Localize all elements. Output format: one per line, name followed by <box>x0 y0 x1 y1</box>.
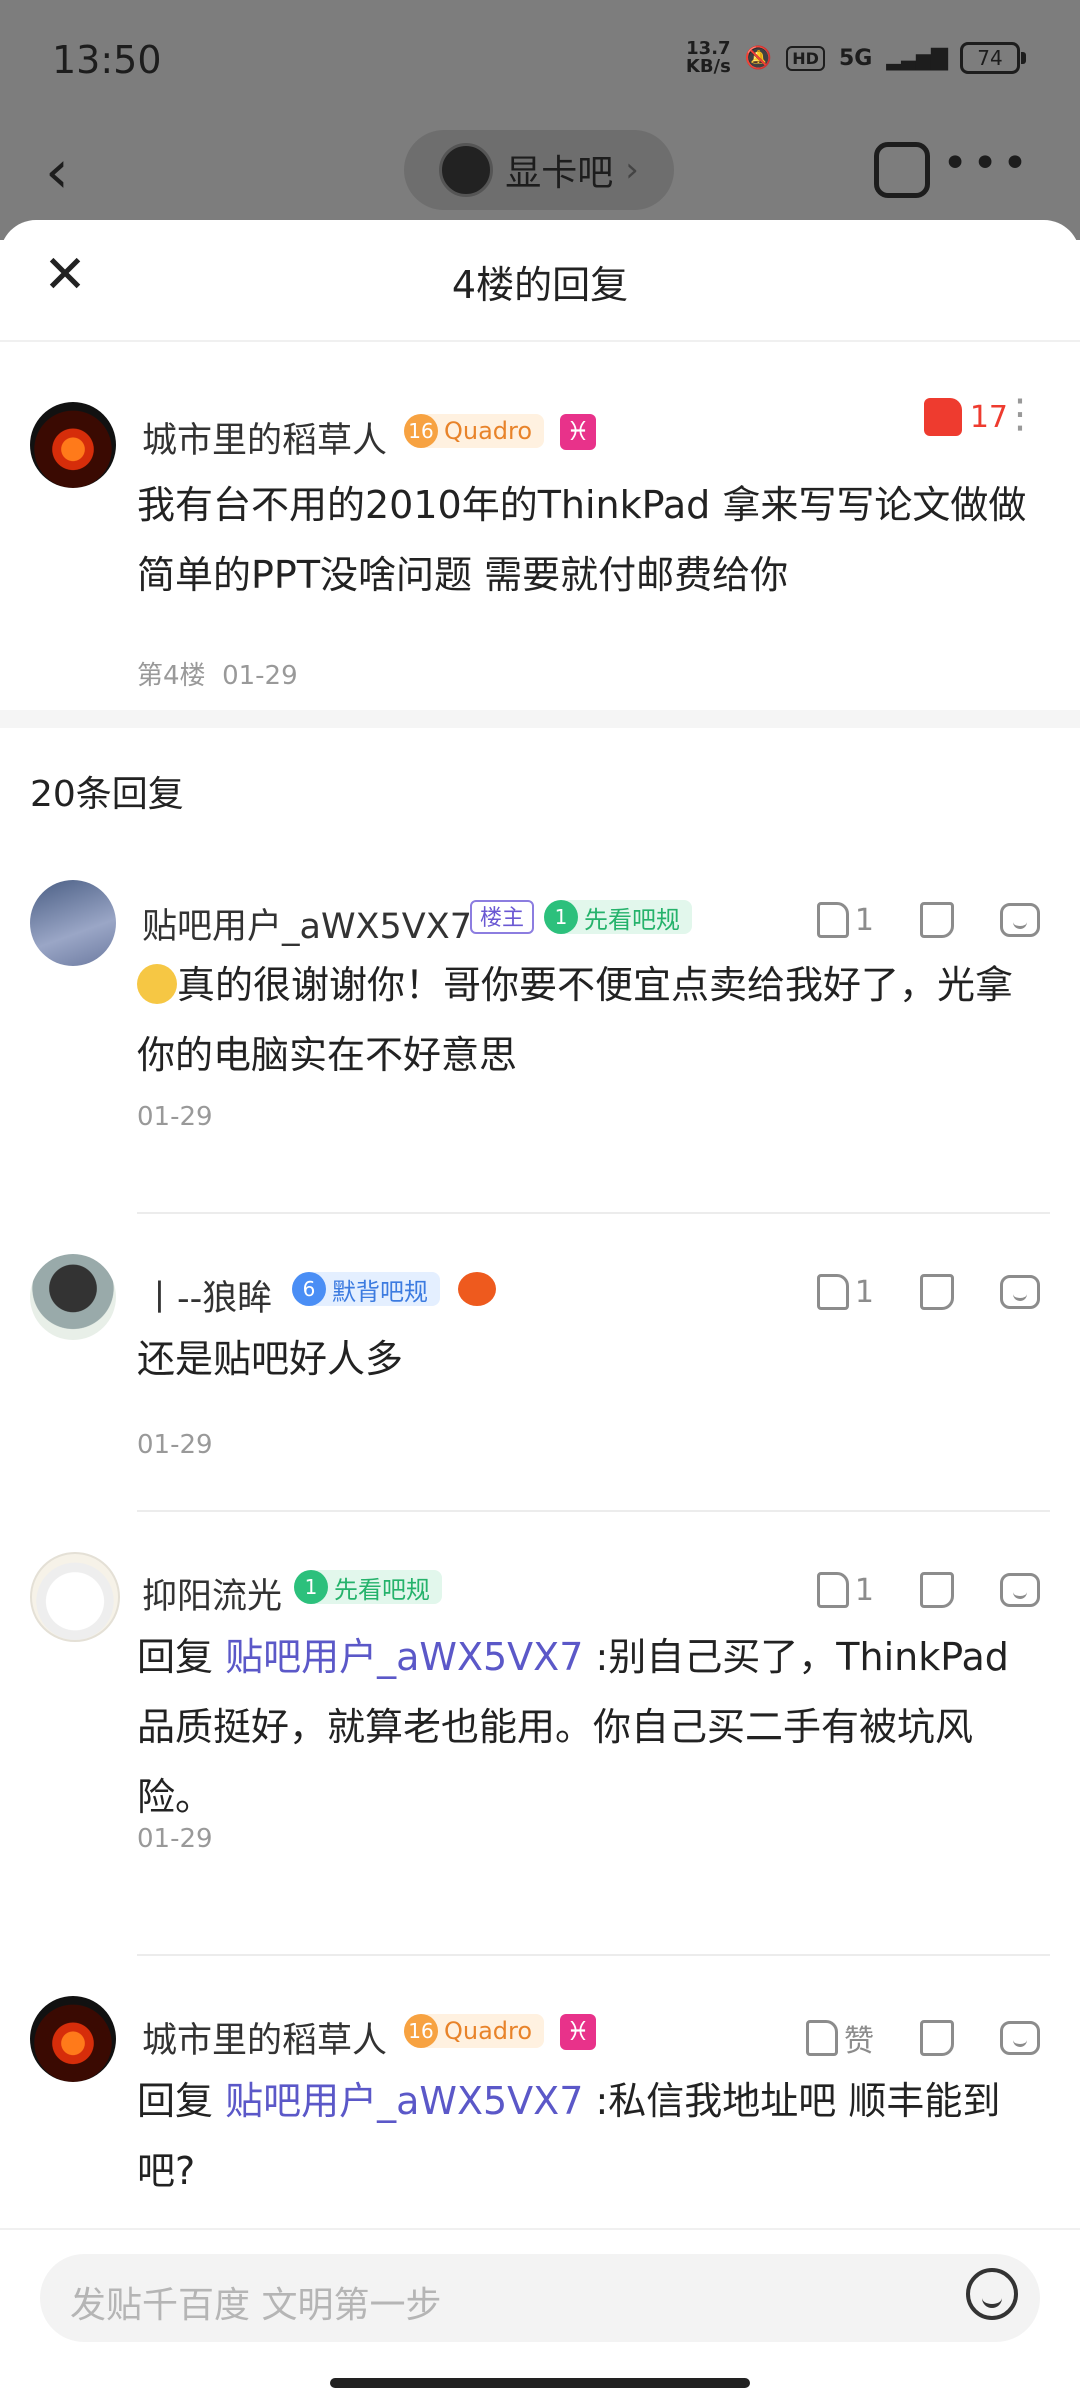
dislike-button[interactable] <box>920 1572 954 1608</box>
comment-button[interactable] <box>1000 1275 1040 1309</box>
divider <box>137 1954 1050 1956</box>
comment-icon <box>1000 903 1040 937</box>
reply-actions: 赞 <box>806 2016 1040 2060</box>
comment-icon <box>1000 1573 1040 1607</box>
reply-content: 回复 贴吧用户_aWX5VX7 :私信我地址吧 顺丰能到吧? <box>137 2079 1001 2193</box>
reply-actions: 1 <box>816 1274 1040 1310</box>
top-nav: ‹ 显卡吧 › ••• <box>0 120 1080 220</box>
post-meta: 第4楼 01-29 <box>137 661 298 691</box>
comment-input[interactable]: 发贴千百度 文明第一步 <box>40 2254 1040 2342</box>
status-icons: 13.7 KB/s 🔕 HD 5G ▂▃▅▇ 74 <box>685 38 1026 77</box>
net-speed: 13.7 KB/s <box>685 38 731 77</box>
dislike-button[interactable] <box>920 2020 954 2056</box>
level-badge: 6 默背吧规 <box>292 1272 440 1306</box>
username[interactable]: 贴吧用户_aWX5VX7 <box>142 898 472 949</box>
main-post: 城市里的稻草人 16 Quadro ♓ 17 ⋮ 我有台不用的2010年的Thin… <box>0 342 1080 728</box>
network-type: 5G <box>838 45 873 71</box>
zodiac-icon: ♓ <box>560 2014 596 2050</box>
mention-link[interactable]: 贴吧用户_aWX5VX7 <box>225 1635 583 1679</box>
comment-icon <box>1000 1275 1040 1309</box>
avatar[interactable] <box>30 1996 116 2082</box>
forum-name: 显卡吧 <box>505 153 614 194</box>
comment-button[interactable] <box>1000 2021 1040 2055</box>
reply-content: 还是贴吧好人多 <box>137 1337 404 1381</box>
reply-actions: 1 <box>816 1572 1040 1608</box>
username[interactable]: 抑阳流光 <box>142 1568 282 1619</box>
divider <box>137 1510 1050 1512</box>
emoji-icon <box>137 964 177 1004</box>
zodiac-icon: ♓ <box>560 414 596 450</box>
level-badge: 16 Quadro <box>404 2014 545 2048</box>
thumb-down-icon <box>920 1572 954 1608</box>
username[interactable]: 城市里的稻草人 <box>142 412 387 463</box>
reply-content: 回复 贴吧用户_aWX5VX7 :别自己买了，ThinkPad品质挺好，就算老也… <box>137 1635 1009 1819</box>
emoji-badge-icon <box>458 1272 496 1306</box>
dislike-button[interactable] <box>920 902 954 938</box>
thumb-up-icon <box>816 1572 849 1608</box>
thumb-up-icon <box>816 902 849 938</box>
thumb-up-icon <box>806 2020 838 2056</box>
sheet-title: 4楼的回复 <box>451 263 629 307</box>
comment-icon <box>1000 2021 1040 2055</box>
status-time: 13:50 <box>52 38 162 82</box>
back-icon[interactable]: ‹ <box>45 142 69 202</box>
reply-date: 01-29 <box>137 1430 213 1460</box>
avatar[interactable] <box>30 1254 116 1340</box>
username[interactable]: 丨--狼眸 <box>142 1270 272 1321</box>
host-tag: 楼主 <box>470 900 535 934</box>
comment-placeholder: 发贴千百度 文明第一步 <box>70 2285 442 2326</box>
thumb-down-icon <box>920 1274 954 1310</box>
post-content: 我有台不用的2010年的ThinkPad 拿来写写论文做做简单的PPT没啥问题 … <box>137 483 1027 597</box>
mute-bell-icon: 🔕 <box>744 45 773 71</box>
reply-date: 01-29 <box>137 1102 213 1132</box>
divider <box>137 1212 1050 1214</box>
chevron-right-icon: › <box>625 150 639 190</box>
emoji-picker-icon[interactable] <box>966 2268 1018 2320</box>
comment-button[interactable] <box>1000 1573 1040 1607</box>
composer-bar: 发贴千百度 文明第一步 <box>0 2228 1080 2402</box>
hd-icon: HD <box>786 45 825 71</box>
level-badge: 1 先看吧规 <box>544 900 692 934</box>
comment-button[interactable] <box>1000 903 1040 937</box>
thumb-down-icon <box>920 2020 954 2056</box>
username[interactable]: 城市里的稻草人 <box>142 2012 387 2063</box>
avatar[interactable] <box>30 1552 120 1642</box>
forum-pill[interactable]: 显卡吧 › <box>404 130 674 210</box>
level-badge: 1 先看吧规 <box>294 1570 442 1604</box>
signal-icon: ▂▃▅▇ <box>886 45 948 71</box>
status-bar: 13:50 13.7 KB/s 🔕 HD 5G ▂▃▅▇ 74 <box>0 0 1080 120</box>
thumb-up-icon <box>923 398 962 436</box>
like-button[interactable]: 1 <box>816 1572 874 1608</box>
kebab-menu-icon[interactable]: ⋮ <box>1000 394 1040 434</box>
sheet-header: ✕ 4楼的回复 <box>0 220 1080 342</box>
reply-content: 真的很谢谢你！哥你要不便宜点卖给我好了，光拿你的电脑实在不好意思 <box>137 963 1014 1077</box>
reply-sheet: ✕ 4楼的回复 城市里的稻草人 16 Quadro ♓ 17 ⋮ 我有台不用的20… <box>0 220 1080 2400</box>
reply-actions: 1 <box>816 902 1040 938</box>
reply-date: 01-29 <box>137 1824 213 1854</box>
dislike-button[interactable] <box>920 1274 954 1310</box>
level-badge: 16 Quadro <box>404 414 545 448</box>
home-indicator[interactable] <box>330 2378 750 2388</box>
avatar[interactable] <box>30 880 116 966</box>
more-icon[interactable]: ••• <box>942 138 1032 189</box>
edit-icon[interactable] <box>874 142 930 198</box>
like-button[interactable]: 1 <box>816 1274 874 1310</box>
reply-count: 20条回复 <box>30 774 184 815</box>
thumb-down-icon <box>920 902 954 938</box>
like-button[interactable]: 赞 <box>806 2016 874 2060</box>
like-button[interactable]: 1 <box>816 902 874 938</box>
battery-icon: 74 <box>960 42 1026 74</box>
thumb-up-icon <box>816 1274 849 1310</box>
forum-logo <box>439 143 494 197</box>
avatar[interactable] <box>30 402 116 488</box>
like-button[interactable]: 17 <box>923 398 1008 436</box>
mention-link[interactable]: 贴吧用户_aWX5VX7 <box>225 2079 583 2123</box>
